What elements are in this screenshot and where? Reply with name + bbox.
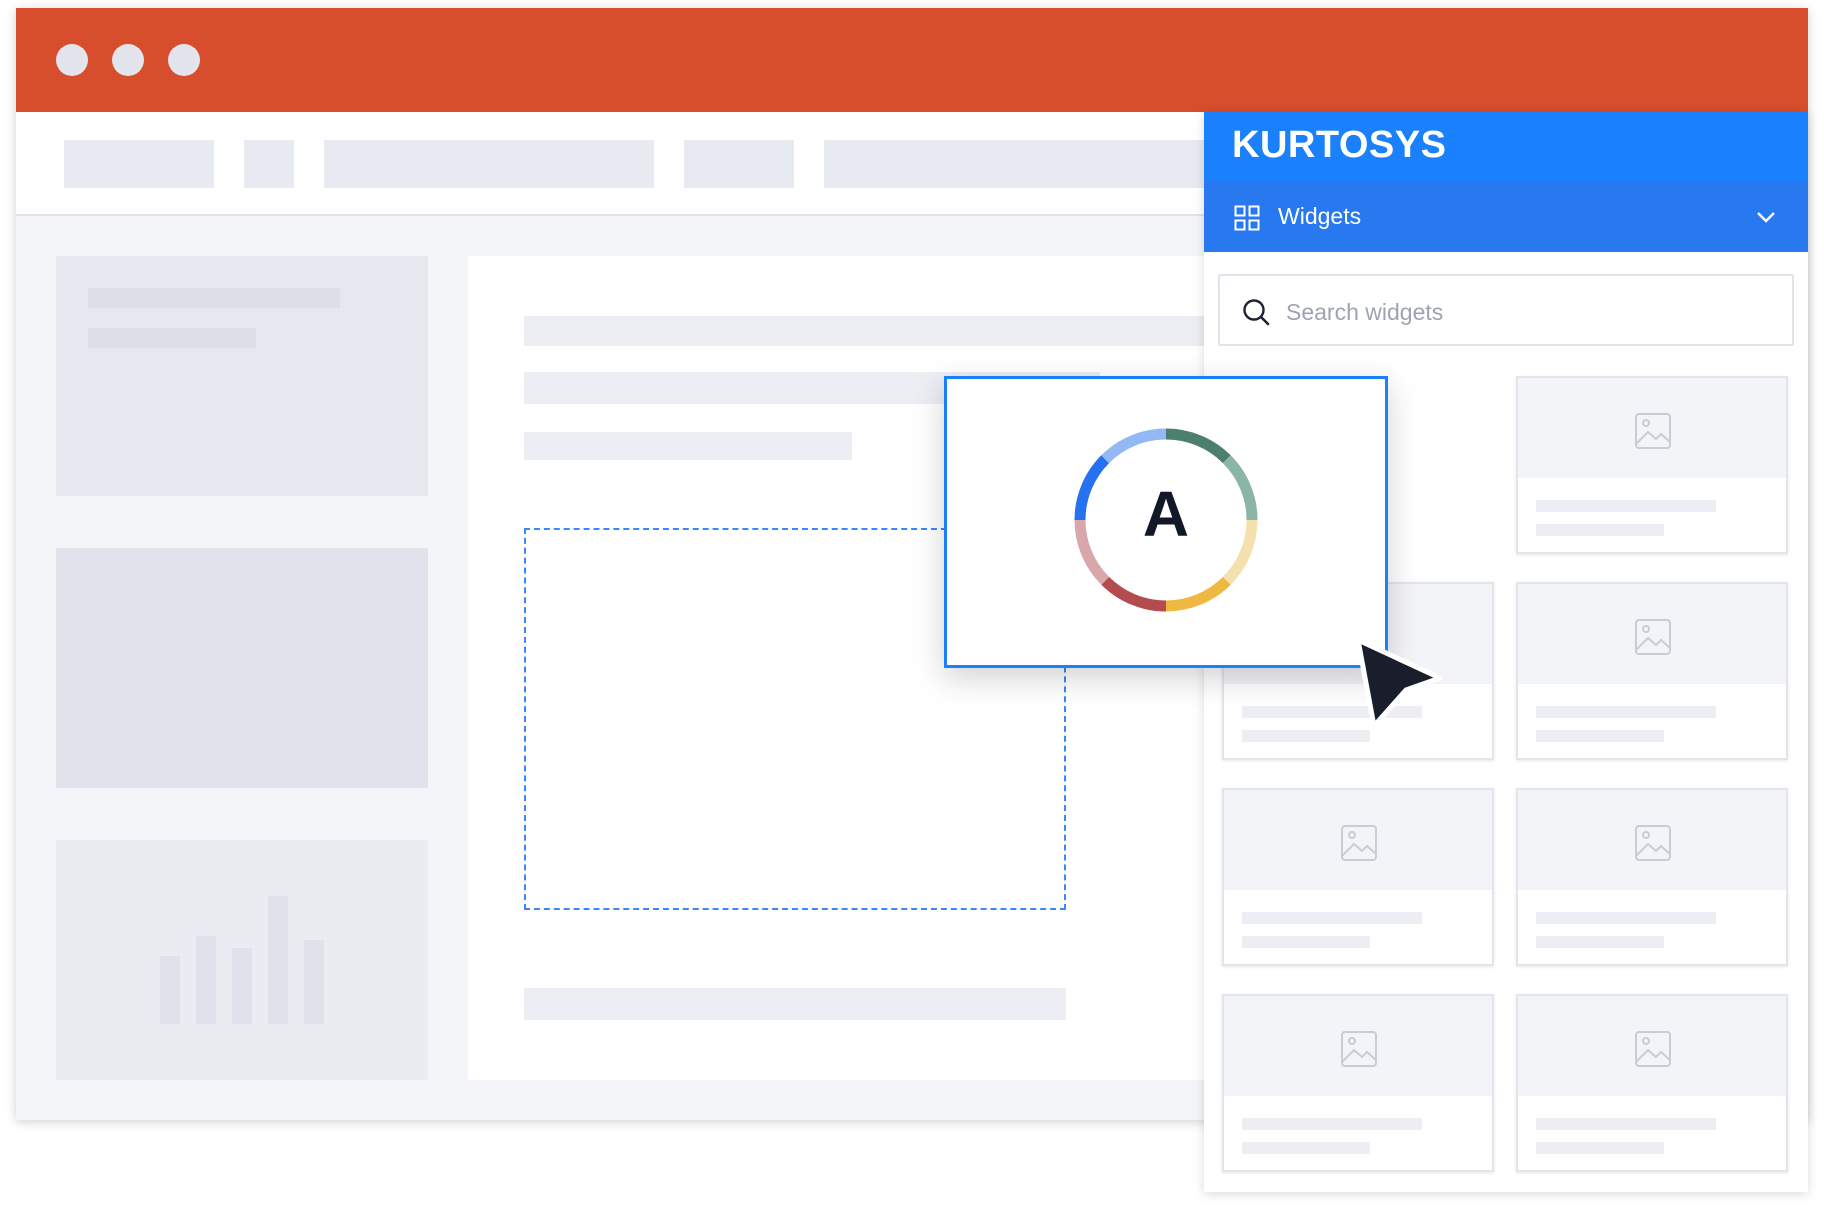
text-line-placeholder [1536,1142,1664,1154]
text-line-placeholder [524,432,852,460]
image-icon [1341,825,1377,861]
brand-bar: KURTOSYS [1204,112,1808,182]
widget-tile[interactable] [1516,376,1788,554]
search-box [1218,274,1794,346]
search-input[interactable] [1284,294,1768,330]
image-icon [1341,1031,1377,1067]
text-line-placeholder [1242,912,1422,924]
search-icon [1243,299,1270,326]
nav-item-placeholder[interactable] [244,140,294,188]
grid-icon [1234,205,1260,231]
widgets-dropdown-label: Widgets [1278,203,1362,229]
text-line-placeholder [1536,706,1716,718]
text-line-placeholder [1242,1142,1370,1154]
widget-tile[interactable] [1222,994,1494,1172]
ring-segment [1165,428,1231,464]
widgets-dropdown[interactable]: Widgets [1204,182,1808,252]
nav-item-placeholder[interactable] [684,140,794,188]
text-line-placeholder [1536,524,1664,536]
widget-tile[interactable] [1516,582,1788,760]
text-line-placeholder [1536,730,1664,742]
nav-item-placeholder[interactable] [324,140,654,188]
bar-chart-icon [160,896,324,1024]
text-line-placeholder [1242,1118,1422,1130]
ring-segment [1101,428,1167,464]
content-card-chart [56,840,428,1080]
dragged-widget[interactable]: A [944,376,1388,668]
window-minimize-dot[interactable] [112,44,144,76]
text-line-placeholder [88,288,340,308]
widget-tile[interactable] [1516,994,1788,1172]
text-line-placeholder [524,988,1066,1020]
text-line-placeholder [1242,936,1370,948]
mouse-pointer-icon [1355,637,1443,729]
ring-segment [1165,576,1231,612]
widget-tile[interactable] [1516,788,1788,966]
text-line-placeholder [1536,912,1716,924]
text-line-placeholder [1536,500,1716,512]
widget-tile[interactable] [1222,788,1494,966]
image-icon [1635,619,1671,655]
text-line-placeholder [524,316,1224,346]
text-line-placeholder [1242,730,1370,742]
window-close-dot[interactable] [56,44,88,76]
nav-item-placeholder[interactable] [824,140,1214,188]
window-titlebar [16,8,1808,112]
image-icon [1635,825,1671,861]
window-maximize-dot[interactable] [168,44,200,76]
ring-segment [1101,576,1167,612]
text-line-placeholder [1536,1118,1716,1130]
text-line-placeholder [88,328,256,348]
chevron-down-icon [1757,212,1775,223]
image-icon [1635,413,1671,449]
content-card-image [56,548,428,788]
brand-logo: KURTOSYS [1232,124,1447,166]
image-icon [1635,1031,1671,1067]
widget-letter: A [1142,478,1190,550]
nav-item-placeholder[interactable] [64,140,214,188]
text-line-placeholder [1536,936,1664,948]
content-card-text [56,256,428,496]
